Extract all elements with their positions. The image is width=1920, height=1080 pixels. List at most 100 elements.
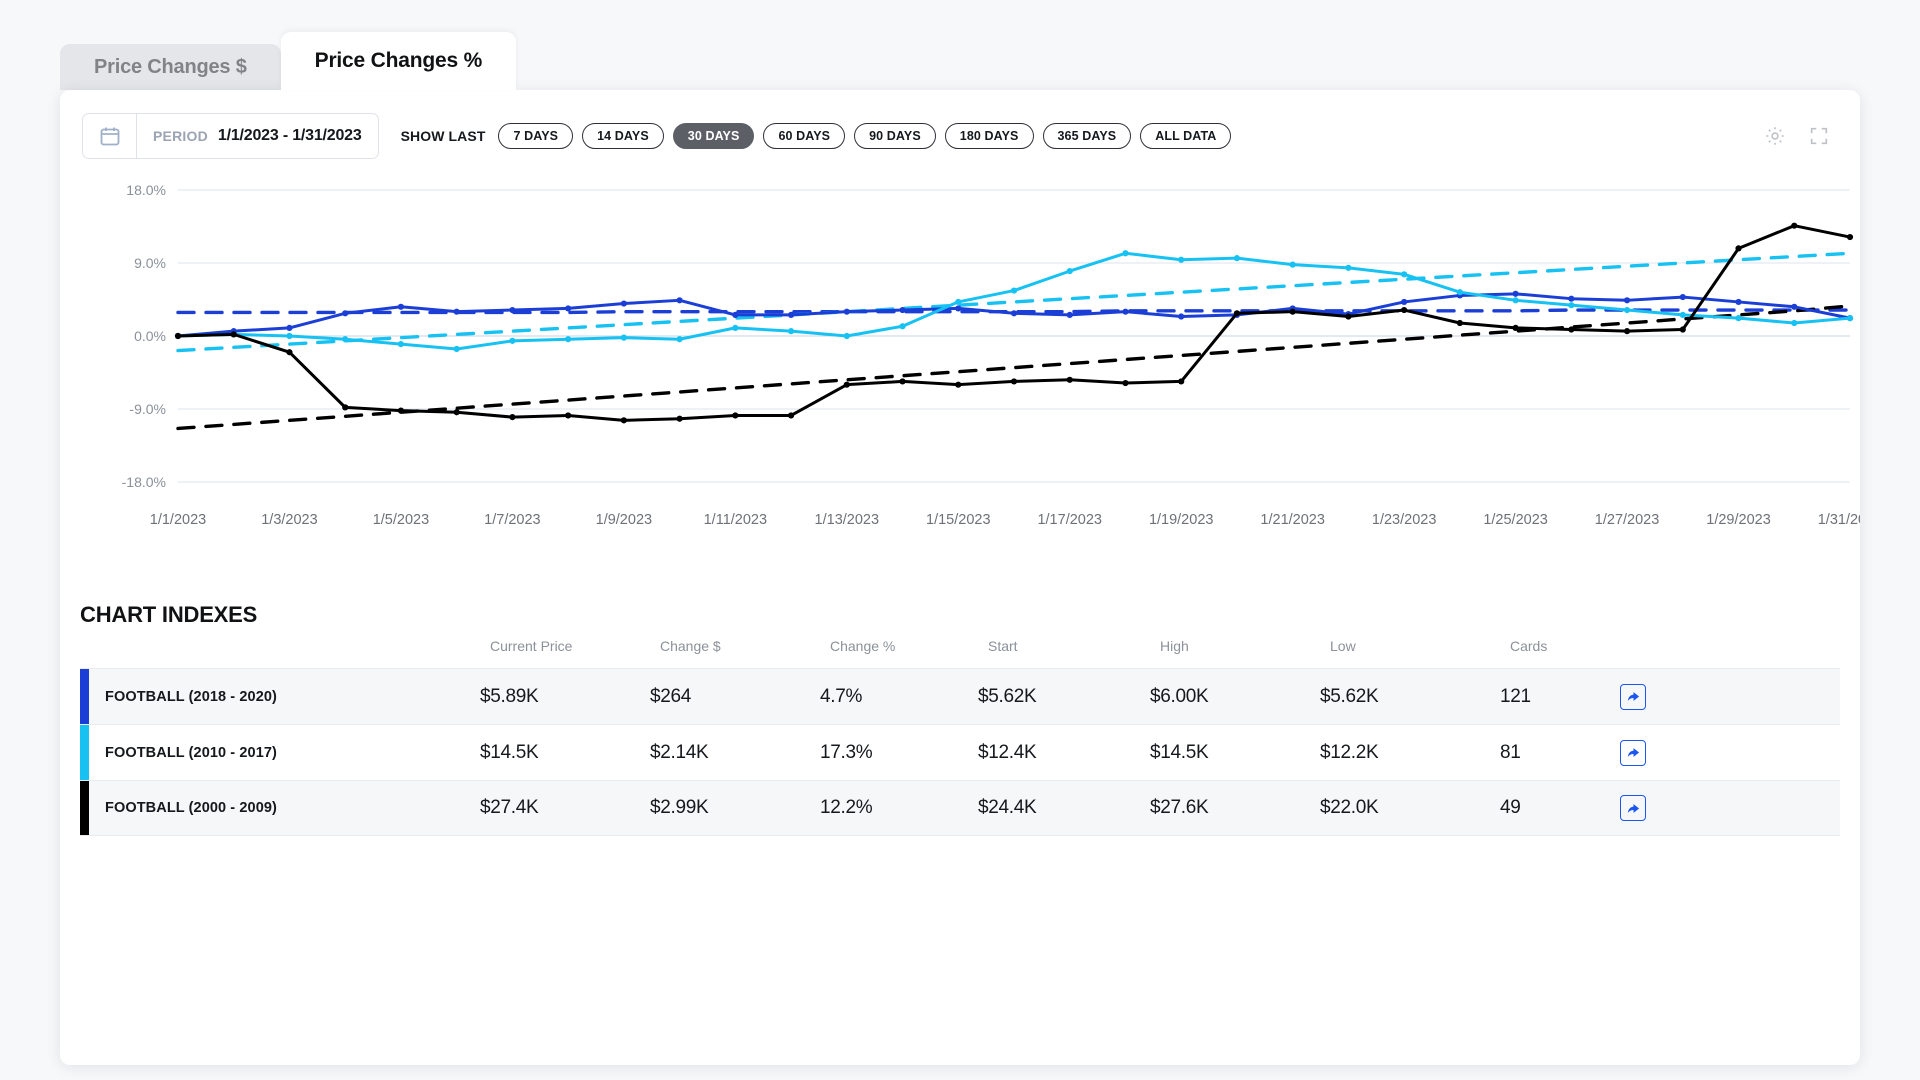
current-price-value: $14.5K <box>480 741 539 763</box>
high-value: $14.5K <box>1150 741 1209 763</box>
svg-text:1/5/2023: 1/5/2023 <box>373 512 429 528</box>
change-percent-value: 17.3% <box>820 741 873 763</box>
cards-value: 49 <box>1500 797 1521 818</box>
series-color-swatch <box>80 669 89 724</box>
pill-label: 60 DAYS <box>778 129 831 143</box>
period-text: PERIOD 1/1/2023 - 1/31/2023 <box>137 127 378 145</box>
svg-text:9.0%: 9.0% <box>134 255 166 271</box>
range-pill-7-days[interactable]: 7 DAYS <box>498 123 574 149</box>
current-price-value: $27.4K <box>480 797 539 818</box>
index-name: FOOTBALL (2000 - 2009) <box>105 800 277 816</box>
range-pill-60-days[interactable]: 60 DAYS <box>763 123 846 149</box>
start-value: $5.62K <box>978 685 1037 707</box>
main-card: PERIOD 1/1/2023 - 1/31/2023 SHOW LAST 7 … <box>60 90 1883 1065</box>
svg-text:1/17/2023: 1/17/2023 <box>1037 512 1102 528</box>
tab-label: Price Changes $ <box>94 55 247 78</box>
column-header-cards: Cards <box>1510 638 1548 654</box>
change-dollar-value: $264 <box>650 685 692 707</box>
change-percent-value: 4.7% <box>820 685 863 707</box>
low-value: $12.2K <box>1320 741 1379 763</box>
high-value: $6.00K <box>1150 685 1209 707</box>
calendar-icon[interactable] <box>83 113 137 159</box>
current-price-value: $5.89K <box>480 685 539 707</box>
series-color-swatch <box>80 781 89 835</box>
high-value: $27.6K <box>1150 797 1209 818</box>
change-percent-value: 12.2% <box>820 797 873 818</box>
share-cell <box>1620 739 1720 766</box>
svg-text:-9.0%: -9.0% <box>129 401 166 417</box>
pill-label: 90 DAYS <box>869 129 921 143</box>
index-name: FOOTBALL (2018 - 2020) <box>105 688 277 705</box>
app-root: Price Changes $ Price Changes % PERIOD 1… <box>0 0 1920 1080</box>
chart-indexes-table: Current Price Change $ Change % Start Hi… <box>80 638 1840 836</box>
toolbar-icon-group <box>1764 125 1838 147</box>
range-pill-90-days[interactable]: 90 DAYS <box>854 123 936 149</box>
svg-text:1/9/2023: 1/9/2023 <box>596 512 652 528</box>
chart-svg: 18.0% 9.0% 0.0% -9.0% -18.0% 1/1/2023 1/3/2023… <box>122 182 1883 528</box>
period-label: PERIOD <box>153 128 208 144</box>
share-icon[interactable] <box>1620 795 1646 821</box>
pill-label: ALL DATA <box>1155 129 1217 143</box>
svg-text:18.0%: 18.0% <box>126 182 166 198</box>
svg-text:1/25/2023: 1/25/2023 <box>1483 512 1548 528</box>
table-row[interactable]: FOOTBALL (2000 - 2009) $27.4K $2.99K 12.… <box>80 780 1840 836</box>
cards-value: 121 <box>1500 685 1531 707</box>
table-row[interactable]: FOOTBALL (2018 - 2020) $5.89K $264 4.7% … <box>80 668 1840 724</box>
pill-label: 7 DAYS <box>513 129 559 143</box>
range-pill-30-days[interactable]: 30 DAYS <box>672 123 755 149</box>
table-row[interactable]: FOOTBALL (2010 - 2017) $14.5K $2.14K 17.… <box>80 724 1840 780</box>
pill-label: 30 DAYS <box>687 129 740 143</box>
index-name: FOOTBALL (2010 - 2017) <box>105 744 277 761</box>
change-dollar-value: $2.14K <box>650 741 709 763</box>
start-value: $12.4K <box>978 741 1037 763</box>
column-header-low: Low <box>1330 638 1356 654</box>
svg-text:1/31/2023: 1/31/2023 <box>1818 512 1860 528</box>
change-dollar-value: $2.99K <box>650 797 709 818</box>
column-header-change-percent: Change % <box>830 638 896 654</box>
share-cell <box>1620 795 1720 821</box>
cards-value: 81 <box>1500 741 1521 763</box>
svg-text:1/13/2023: 1/13/2023 <box>815 512 880 528</box>
range-pill-180-days[interactable]: 180 DAYS <box>944 123 1034 149</box>
column-header-start: Start <box>988 638 1018 654</box>
low-value: $5.62K <box>1320 685 1379 707</box>
share-icon[interactable] <box>1620 739 1646 766</box>
price-change-chart: 18.0% 9.0% 0.0% -9.0% -18.0% 1/1/2023 1/3/2023… <box>60 172 1883 572</box>
svg-text:1/7/2023: 1/7/2023 <box>484 512 540 528</box>
svg-text:1/29/2023: 1/29/2023 <box>1706 512 1771 528</box>
column-header-current-price: Current Price <box>490 638 573 654</box>
table-header-row: Current Price Change $ Change % Start Hi… <box>80 638 1840 668</box>
range-pill-group: 7 DAYS 14 DAYS 30 DAYS 60 DAYS 90 DAYS 1… <box>498 123 1232 149</box>
range-pill-365-days[interactable]: 365 DAYS <box>1042 123 1132 149</box>
tab-price-changes-dollar[interactable]: Price Changes $ <box>60 44 281 90</box>
gear-icon[interactable] <box>1764 125 1786 147</box>
expand-icon[interactable] <box>1808 125 1830 147</box>
svg-text:1/19/2023: 1/19/2023 <box>1149 512 1214 528</box>
column-header-change-dollar: Change $ <box>660 638 721 654</box>
pill-label: 14 DAYS <box>597 129 649 143</box>
chart-toolbar: PERIOD 1/1/2023 - 1/31/2023 SHOW LAST 7 … <box>82 112 1838 160</box>
share-icon[interactable] <box>1620 683 1646 710</box>
svg-text:1/11/2023: 1/11/2023 <box>704 512 767 528</box>
start-value: $24.4K <box>978 797 1037 818</box>
pill-label: 180 DAYS <box>959 129 1019 143</box>
tab-label: Price Changes % <box>314 49 483 72</box>
svg-text:1/23/2023: 1/23/2023 <box>1372 512 1437 528</box>
range-pill-14-days[interactable]: 14 DAYS <box>582 123 664 149</box>
low-value: $22.0K <box>1320 797 1379 818</box>
svg-text:1/15/2023: 1/15/2023 <box>926 512 991 528</box>
svg-text:1/1/2023: 1/1/2023 <box>150 512 206 528</box>
svg-text:1/27/2023: 1/27/2023 <box>1595 512 1660 528</box>
tab-price-changes-percent[interactable]: Price Changes % <box>280 32 517 90</box>
tab-bar: Price Changes $ Price Changes % <box>60 28 517 90</box>
range-pill-all-data[interactable]: ALL DATA <box>1140 123 1232 149</box>
chart-indexes-title: CHART INDEXES <box>80 602 258 627</box>
period-selector[interactable]: PERIOD 1/1/2023 - 1/31/2023 <box>82 113 379 159</box>
series-color-swatch <box>80 725 89 780</box>
period-value: 1/1/2023 - 1/31/2023 <box>217 127 362 144</box>
share-cell <box>1620 683 1720 710</box>
svg-text:1/3/2023: 1/3/2023 <box>261 512 317 528</box>
show-last-label: SHOW LAST <box>400 128 486 144</box>
svg-text:-18.0%: -18.0% <box>122 474 166 490</box>
svg-text:1/21/2023: 1/21/2023 <box>1260 512 1325 528</box>
